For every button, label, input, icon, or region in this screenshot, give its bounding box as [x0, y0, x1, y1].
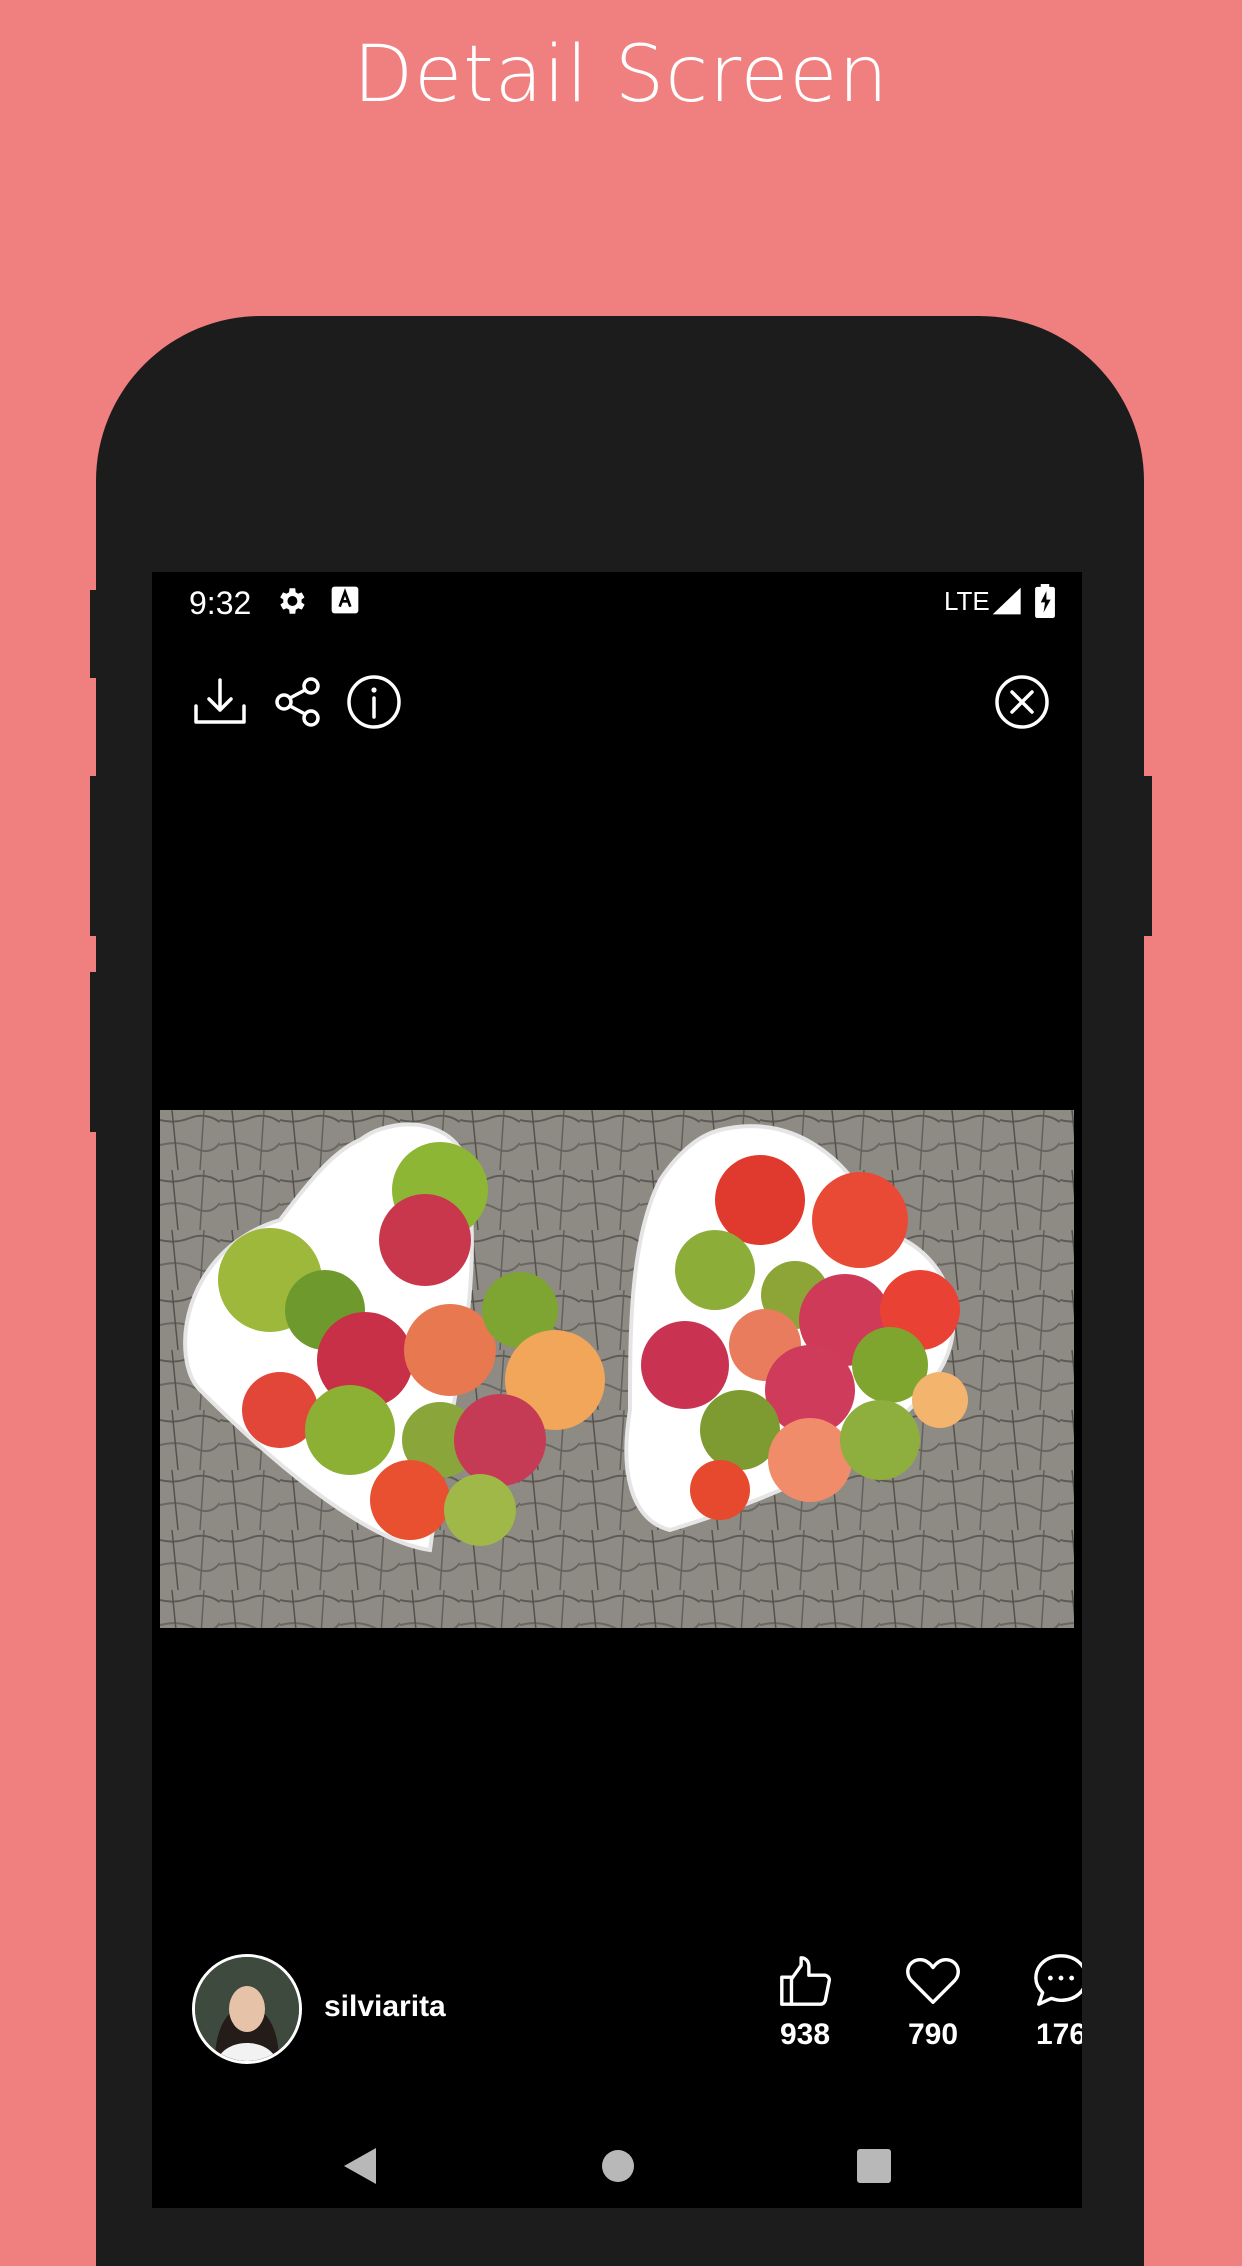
heart-icon [906, 1958, 960, 2004]
likes-count: 938 [779, 2018, 831, 2051]
recents-square-icon[interactable] [856, 2148, 892, 2189]
info-icon[interactable] [344, 672, 404, 732]
thumbs-up-icon [780, 1956, 832, 2006]
comment-bubble-icon [1034, 1954, 1082, 2006]
comments-stat[interactable]: 176 [1006, 1952, 1082, 2052]
download-icon[interactable] [190, 672, 250, 732]
status-time: 9:32 [189, 585, 252, 621]
font-a-icon [329, 584, 361, 621]
gear-icon [274, 584, 308, 623]
battery-charging-icon [1034, 584, 1056, 623]
fruit-salad-photo[interactable] [160, 1110, 1074, 1628]
comments-count: 176 [1035, 2018, 1082, 2051]
share-icon[interactable] [268, 672, 328, 732]
close-circle-icon[interactable] [992, 672, 1052, 732]
signal-icon [990, 586, 1022, 621]
page-headline: Detail Screen [353, 30, 889, 120]
home-circle-icon[interactable] [600, 2148, 636, 2189]
back-triangle-icon[interactable] [342, 2146, 378, 2191]
status-bar: 9:32 LTE [152, 572, 1082, 632]
favorites-stat[interactable]: 790 [878, 1952, 988, 2052]
system-nav-bar [152, 2132, 1082, 2208]
phone-screen: 9:32 LTE silviarita 938 790 176 [152, 572, 1082, 2208]
favorites-count: 790 [907, 2018, 959, 2051]
author-username[interactable]: silviarita [324, 1990, 446, 2024]
likes-stat[interactable]: 938 [750, 1952, 860, 2052]
photo-meta-row: silviarita 938 790 176 [152, 1952, 1082, 2092]
avatar[interactable] [192, 1954, 302, 2064]
network-type: LTE [944, 586, 990, 616]
